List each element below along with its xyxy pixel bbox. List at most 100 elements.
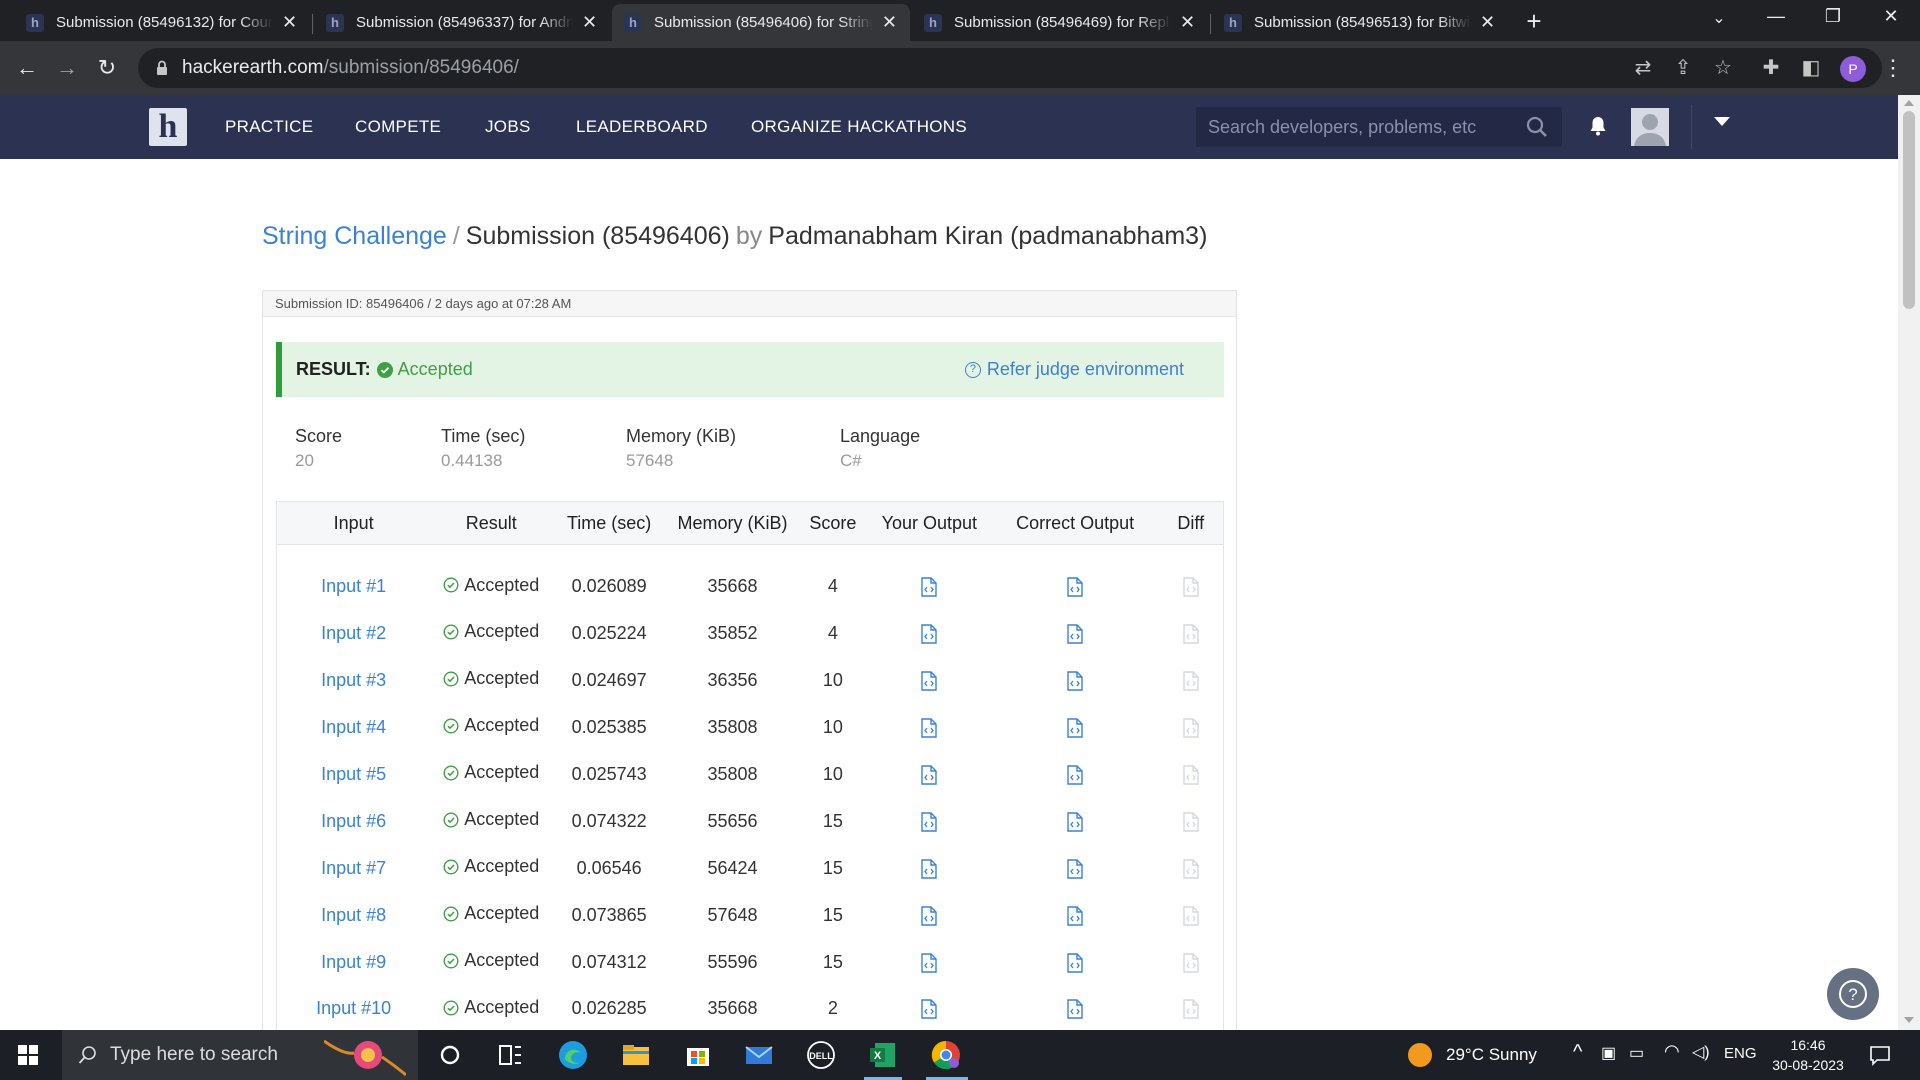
weather-sun-icon[interactable] bbox=[1407, 1042, 1433, 1068]
search-icon[interactable] bbox=[1526, 116, 1548, 138]
reload-button[interactable]: ↻ bbox=[92, 53, 122, 83]
input-link[interactable]: Input #1 bbox=[277, 545, 431, 610]
notification-bell-icon[interactable] bbox=[1587, 115, 1609, 137]
close-window-button[interactable]: ✕ bbox=[1871, 6, 1911, 27]
site-search-input[interactable] bbox=[1208, 116, 1508, 138]
bookmark-star-icon[interactable]: ☆ bbox=[1709, 54, 1737, 82]
close-tab-icon[interactable]: ✕ bbox=[1179, 12, 1196, 33]
microsoft-store-icon[interactable] bbox=[682, 1039, 714, 1071]
your-output-button[interactable] bbox=[867, 845, 992, 892]
browser-tab[interactable]: h Submission (85496469) for Repla ✕ bbox=[912, 4, 1208, 41]
excel-icon[interactable]: X bbox=[867, 1039, 899, 1071]
your-output-button[interactable] bbox=[867, 798, 992, 845]
close-tab-icon[interactable]: ✕ bbox=[881, 12, 898, 33]
back-button[interactable]: ← bbox=[12, 53, 42, 83]
battery-icon[interactable]: ▭ bbox=[1629, 1043, 1644, 1063]
new-tab-button[interactable]: + bbox=[1520, 8, 1548, 34]
correct-output-button[interactable] bbox=[992, 845, 1159, 892]
taskbar-search-box[interactable]: Type here to search bbox=[62, 1030, 418, 1080]
your-output-button[interactable] bbox=[867, 986, 992, 1031]
your-output-button[interactable] bbox=[867, 892, 992, 939]
weather-text[interactable]: 29°C Sunny bbox=[1446, 1045, 1537, 1065]
your-output-button[interactable] bbox=[867, 610, 992, 657]
nav-compete[interactable]: COMPETE bbox=[355, 117, 441, 137]
system-clock[interactable]: 16:46 30-08-2023 bbox=[1768, 1035, 1848, 1075]
your-output-button[interactable] bbox=[867, 657, 992, 704]
correct-output-button[interactable] bbox=[992, 657, 1159, 704]
correct-output-button[interactable] bbox=[992, 610, 1159, 657]
tray-chevron-up-icon[interactable]: ^ bbox=[1573, 1041, 1582, 1064]
close-tab-icon[interactable]: ✕ bbox=[581, 12, 598, 33]
extensions-puzzle-icon[interactable]: ✚ bbox=[1757, 54, 1785, 82]
cortana-icon[interactable] bbox=[434, 1039, 466, 1071]
nav-organize-hackathons[interactable]: ORGANIZE HACKATHONS bbox=[751, 117, 967, 137]
dell-icon[interactable]: DELL bbox=[805, 1039, 837, 1071]
tab-search-chevron-icon[interactable]: ⌄ bbox=[1699, 8, 1739, 28]
file-explorer-icon[interactable] bbox=[620, 1039, 652, 1071]
hackerearth-logo[interactable]: h bbox=[149, 108, 187, 146]
correct-output-button[interactable] bbox=[992, 986, 1159, 1031]
volume-icon[interactable]: ◁) bbox=[1692, 1042, 1710, 1062]
your-output-button[interactable] bbox=[867, 939, 992, 986]
restore-button[interactable]: ❐ bbox=[1813, 6, 1853, 27]
edge-browser-icon[interactable] bbox=[557, 1039, 589, 1071]
author-name[interactable]: Padmanabham Kiran (padmanabham3) bbox=[768, 222, 1207, 250]
share-icon[interactable]: ⇪ bbox=[1669, 54, 1697, 82]
nav-leaderboard[interactable]: LEADERBOARD bbox=[576, 117, 708, 137]
browser-tab[interactable]: h Submission (85496513) for Bitwis ✕ bbox=[1212, 4, 1508, 41]
your-output-button[interactable] bbox=[867, 545, 992, 610]
input-link[interactable]: Input #7 bbox=[277, 845, 431, 892]
correct-output-button[interactable] bbox=[992, 798, 1159, 845]
input-link[interactable]: Input #6 bbox=[277, 798, 431, 845]
chrome-icon[interactable] bbox=[930, 1039, 962, 1071]
scrollbar-thumb[interactable] bbox=[1903, 111, 1915, 309]
page-scrollbar[interactable] bbox=[1898, 95, 1920, 1030]
judge-environment-link[interactable]: ? Refer judge environment bbox=[964, 359, 1184, 380]
windows-start-icon[interactable] bbox=[18, 1045, 38, 1065]
input-language[interactable]: ENG bbox=[1724, 1045, 1757, 1062]
translate-icon[interactable]: ⇄ bbox=[1629, 54, 1657, 82]
close-tab-icon[interactable]: ✕ bbox=[1479, 12, 1496, 33]
your-output-button[interactable] bbox=[867, 751, 992, 798]
input-link[interactable]: Input #2 bbox=[277, 610, 431, 657]
browser-menu-icon[interactable]: ⋮ bbox=[1882, 55, 1904, 81]
help-button[interactable]: ? bbox=[1827, 968, 1879, 1020]
correct-output-button[interactable] bbox=[992, 751, 1159, 798]
close-tab-icon[interactable]: ✕ bbox=[281, 12, 298, 33]
correct-output-button[interactable] bbox=[992, 892, 1159, 939]
scroll-down-arrow-icon[interactable] bbox=[1904, 1017, 1914, 1023]
input-link[interactable]: Input #9 bbox=[277, 939, 431, 986]
browser-tab[interactable]: h Submission (85496132) for Count ✕ bbox=[14, 4, 310, 41]
hackerearth-favicon: h bbox=[326, 13, 344, 32]
wifi-icon[interactable]: ◠ bbox=[1664, 1041, 1680, 1062]
notifications-icon[interactable] bbox=[1869, 1044, 1891, 1066]
correct-output-button[interactable] bbox=[992, 545, 1159, 610]
correct-output-button[interactable] bbox=[992, 939, 1159, 986]
input-link[interactable]: Input #8 bbox=[277, 892, 431, 939]
submission-stats: Score 20 Time (sec) 0.44138 Memory (KiB)… bbox=[295, 426, 1195, 476]
your-output-button[interactable] bbox=[867, 704, 992, 751]
scroll-up-arrow-icon[interactable] bbox=[1904, 100, 1914, 106]
meet-now-icon[interactable]: ▣ bbox=[1601, 1043, 1616, 1063]
input-link[interactable]: Input #10 bbox=[277, 986, 431, 1031]
problem-link[interactable]: String Challenge bbox=[262, 222, 447, 250]
chevron-down-icon[interactable] bbox=[1714, 117, 1730, 126]
address-bar[interactable]: hackerearth.com/submission/85496406/ bbox=[138, 48, 1882, 88]
minimize-button[interactable]: — bbox=[1756, 6, 1796, 27]
mail-icon[interactable] bbox=[743, 1039, 775, 1071]
profile-avatar[interactable]: P bbox=[1840, 56, 1866, 82]
side-panel-icon[interactable]: ◧ bbox=[1797, 54, 1825, 82]
user-avatar[interactable] bbox=[1631, 108, 1669, 146]
input-link[interactable]: Input #5 bbox=[277, 751, 431, 798]
table-row: Input #8 Accepted 0.073865 57648 15 bbox=[277, 892, 1224, 939]
task-view-icon[interactable] bbox=[494, 1039, 526, 1071]
browser-tab[interactable]: h Submission (85496337) for Andre ✕ bbox=[314, 4, 610, 41]
forward-button[interactable]: → bbox=[52, 53, 82, 83]
table-row: Input #10 Accepted 0.026285 35668 2 bbox=[277, 986, 1224, 1031]
nav-practice[interactable]: PRACTICE bbox=[225, 117, 313, 137]
correct-output-button[interactable] bbox=[992, 704, 1159, 751]
nav-jobs[interactable]: JOBS bbox=[485, 117, 531, 137]
input-link[interactable]: Input #4 bbox=[277, 704, 431, 751]
browser-tab-active[interactable]: h Submission (85496406) for String ✕ bbox=[612, 4, 910, 41]
input-link[interactable]: Input #3 bbox=[277, 657, 431, 704]
